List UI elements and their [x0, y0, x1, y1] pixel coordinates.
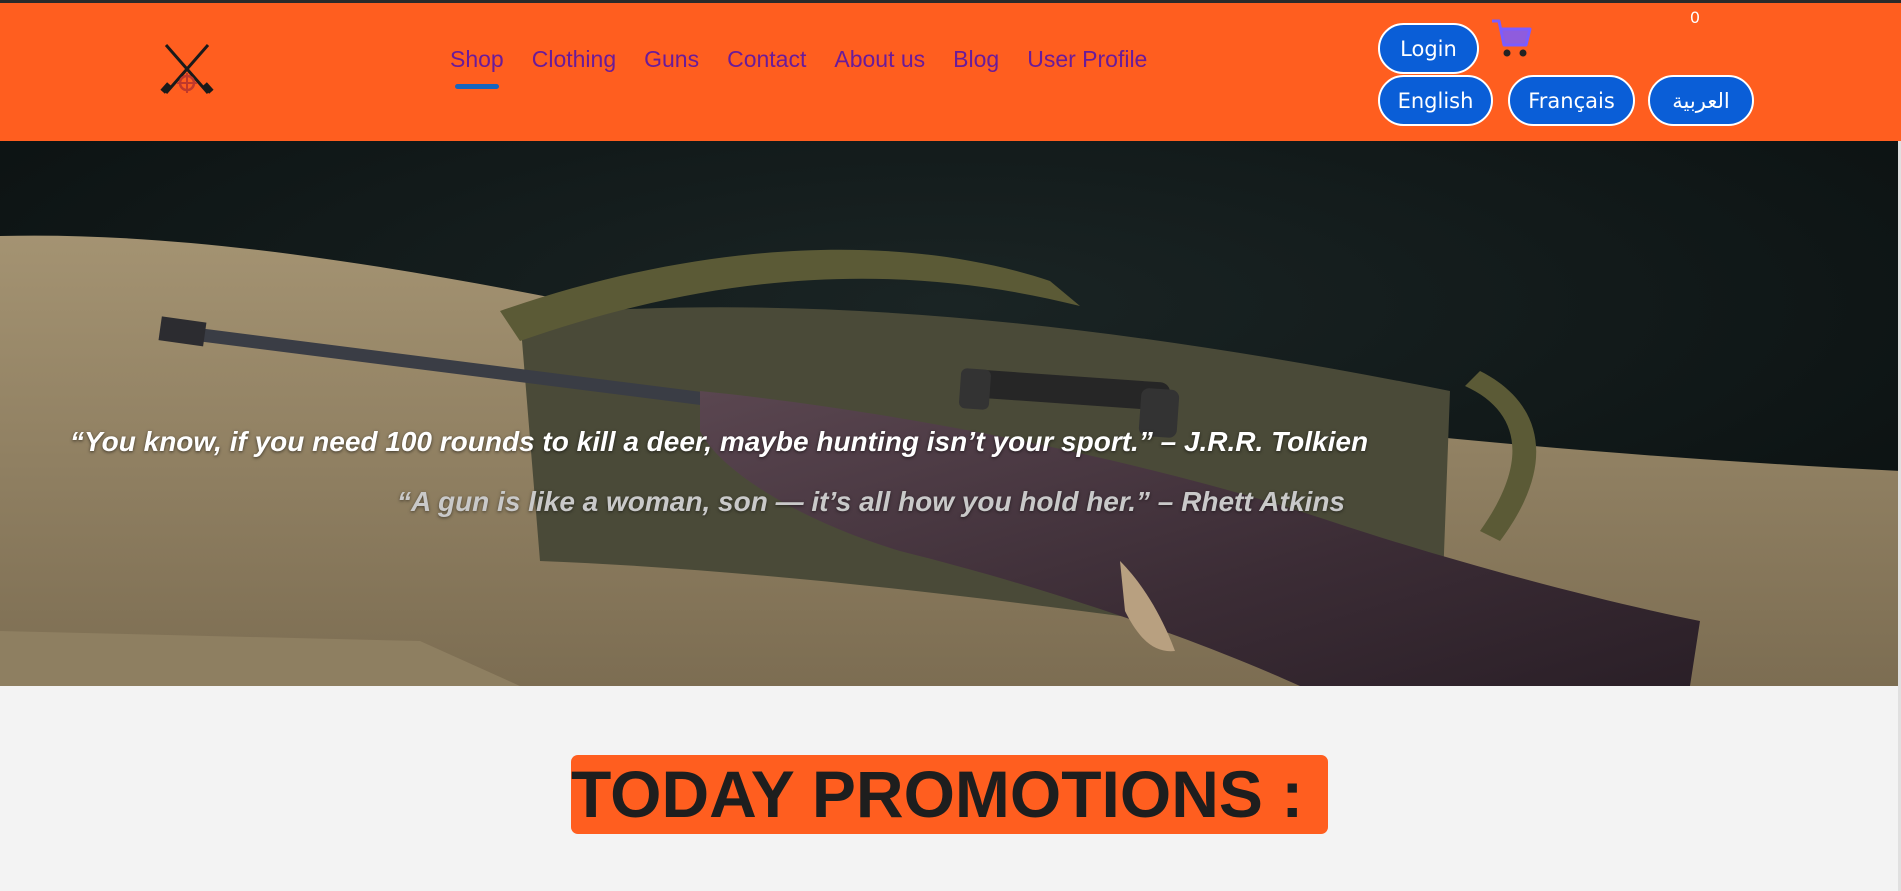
nav-about-us[interactable]: About us: [834, 46, 925, 73]
promotions-heading: TODAY PROMOTIONS :: [571, 755, 1328, 834]
site-header: Shop Clothing Guns Contact About us Blog…: [0, 3, 1901, 141]
hero-quote-primary: “You know, if you need 100 rounds to kil…: [70, 426, 1369, 457]
hero-banner: “You know, if you need 100 rounds to kil…: [0, 141, 1901, 686]
nav-user-profile[interactable]: User Profile: [1027, 46, 1147, 73]
nav-shop[interactable]: Shop: [450, 46, 504, 89]
shopping-cart-icon[interactable]: [1490, 17, 1534, 61]
cart-count-badge: 0: [1689, 8, 1701, 27]
hero-quote-secondary: “A gun is like a woman, son — it’s all h…: [397, 486, 1345, 517]
hero-rifle-image: [0, 141, 1901, 686]
login-button[interactable]: Login: [1378, 23, 1479, 74]
language-french-button[interactable]: Français: [1508, 75, 1635, 126]
nav-blog[interactable]: Blog: [953, 46, 999, 73]
nav-contact[interactable]: Contact: [727, 46, 806, 73]
main-nav: Shop Clothing Guns Contact About us Blog…: [450, 46, 1175, 89]
language-english-button[interactable]: English: [1378, 75, 1493, 126]
nav-clothing[interactable]: Clothing: [532, 46, 616, 73]
language-arabic-button[interactable]: العربية: [1648, 75, 1754, 126]
nav-guns[interactable]: Guns: [644, 46, 699, 73]
crossed-rifles-crosshair-icon[interactable]: [158, 41, 216, 99]
